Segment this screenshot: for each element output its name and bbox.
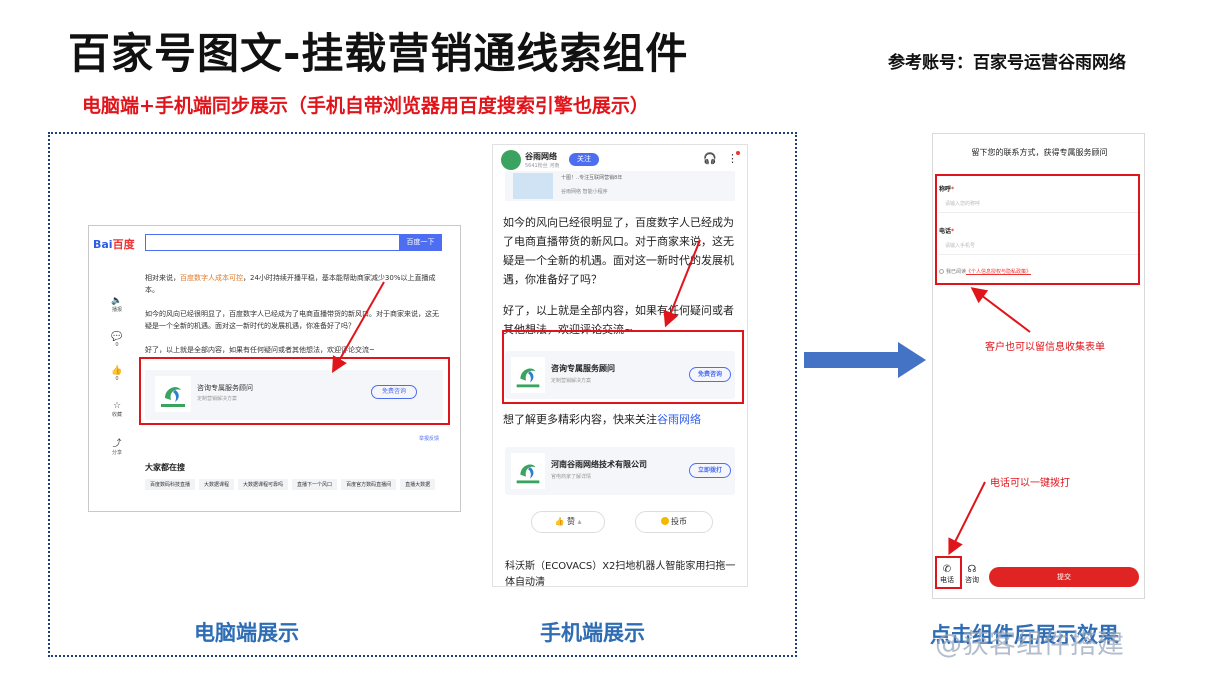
account-meta: 5641粉丝 河南	[525, 163, 560, 169]
page-title: 百家号图文-挂载营销通线索组件	[68, 29, 689, 78]
mini-program-subtitle: 谷雨网络 智能小程序	[561, 189, 608, 195]
side-action-like[interactable]: 👍 0	[107, 366, 127, 382]
mobile-highlight-box	[502, 330, 744, 404]
mini-program-card[interactable]: 十图！..专注互联网营销8年 谷雨网络 智能小程序	[505, 171, 735, 201]
consult-button[interactable]: ☊ 咨询	[962, 564, 982, 585]
follow-button[interactable]: 关注	[569, 153, 599, 166]
desktop-highlight-box	[139, 357, 450, 425]
thumb-up-icon: 👍	[111, 366, 123, 376]
company-name: 河南谷雨网络技术有限公司	[551, 460, 647, 469]
article-paragraph: 好了，以上就是全部内容，如果有任何疑问或者其他想法，欢迎评论交流~	[145, 346, 375, 354]
company-subtitle: 官电商家了解详情	[551, 474, 592, 480]
account-link[interactable]: 谷雨网络	[657, 413, 701, 426]
hot-search-chip[interactable]: 大数据课程可靠吗	[238, 479, 289, 490]
phone-annotation: 电话可以一键拨打	[990, 478, 1070, 489]
search-button[interactable]: 百度一下	[399, 234, 442, 251]
search-input[interactable]	[145, 234, 399, 251]
account-name: 谷雨网络	[525, 152, 557, 161]
subtitle: 电脑端+手机端同步展示（手机自带浏览器用百度搜索引擎也展示）	[82, 95, 649, 117]
hot-search-title: 大家都在搜	[145, 463, 185, 472]
comment-icon: 💬	[111, 332, 123, 342]
coin-button[interactable]: 投币	[635, 511, 713, 533]
side-action-broadcast[interactable]: 🔈 播报	[107, 296, 127, 313]
share-icon: ⤴	[112, 439, 122, 449]
thumb-up-icon: 👍	[554, 517, 567, 526]
watermark: @获客组件搭建	[935, 629, 1124, 660]
hot-search-chip[interactable]: 直播下一个风口	[292, 479, 338, 490]
reference-account: 参考账号：百家号运营谷雨网络	[888, 53, 1126, 73]
company-card[interactable]: 河南谷雨网络技术有限公司 官电商家了解详情 立即拨打	[505, 447, 735, 495]
mini-program-title: 十图！..专注互联网营销8年	[561, 175, 623, 181]
hot-search-chip[interactable]: 百度数码科技直播	[145, 479, 196, 490]
like-button[interactable]: 👍 赞 ▴	[531, 511, 605, 533]
thumbnail-image	[513, 173, 553, 199]
call-now-button[interactable]: 立即拨打	[689, 463, 731, 478]
desktop-caption: 电脑端展示	[194, 621, 299, 645]
recommended-article[interactable]: 科沃斯（ECOVACS）X2扫地机器人智能家用扫拖一体自动清	[505, 559, 737, 586]
hot-search-chip[interactable]: 直播大数据	[400, 479, 436, 490]
chevron-up-icon: ▴	[577, 517, 582, 526]
hot-search-chip[interactable]: 百度官方数码直播间	[341, 479, 397, 490]
headphones-icon[interactable]: 🎧	[703, 152, 717, 165]
notification-dot	[736, 151, 740, 155]
form-header: 留下您的联系方式，获得专属服务顾问	[971, 148, 1108, 157]
article-paragraph: 相对来说，百度数字人成本可控，24小时持续开播平稳，基本能帮助商家减少30%以上…	[145, 274, 436, 294]
coin-icon	[661, 517, 669, 525]
phone-highlight-box	[935, 556, 962, 589]
hot-search-chip[interactable]: 大数据课程	[199, 479, 235, 490]
side-action-comment[interactable]: 💬 0	[107, 332, 127, 348]
star-icon: ☆	[112, 401, 122, 411]
speaker-icon: 🔈	[111, 296, 123, 306]
article-paragraph: 如今的风向已经很明显了，百度数字人已经成为了电商直播带货的新风口。对于商家来说，…	[503, 216, 734, 286]
avatar[interactable]	[501, 150, 521, 170]
mobile-caption: 手机端展示	[540, 621, 645, 645]
hot-search-chips: 百度数码科技直播 大数据课程 大数据课程可靠吗 直播下一个风口 百度官方数码直播…	[145, 479, 445, 490]
headset-icon: ☊	[967, 564, 977, 575]
guyu-logo-icon	[511, 453, 545, 489]
form-annotation: 客户也可以留信息收集表单	[985, 342, 1105, 353]
side-action-favorite[interactable]: ☆ 收藏	[107, 401, 127, 418]
blue-arrow-icon	[804, 342, 926, 378]
form-highlight-box	[935, 174, 1140, 285]
report-link[interactable]: 举报反馈	[419, 435, 439, 442]
baidu-logo: Bai百度	[93, 238, 135, 251]
side-action-share[interactable]: ⤴ 分享	[107, 436, 127, 456]
article-paragraph: 如今的风向已经很明显了，百度数字人已经成为了电商直播带货的新风口。对于商家来说，…	[145, 310, 439, 330]
submit-button[interactable]: 提交	[989, 567, 1139, 587]
follow-prompt: 想了解更多精彩内容，快来关注谷雨网络	[503, 413, 701, 426]
